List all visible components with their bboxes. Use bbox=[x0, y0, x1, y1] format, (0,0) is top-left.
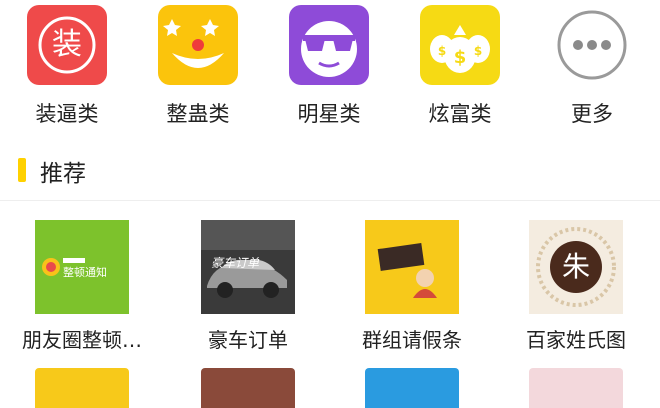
more-dots-icon bbox=[552, 5, 632, 85]
recommend-label: 豪车订单 bbox=[208, 328, 288, 352]
recommend-label: 朋友圈整顿… bbox=[22, 328, 142, 352]
category-label: 更多 bbox=[571, 102, 613, 126]
money-bags-icon: $ $ $ bbox=[420, 5, 500, 85]
moments-notice-thumb: 整顿通知 bbox=[35, 220, 129, 314]
category-label: 整蛊类 bbox=[166, 102, 230, 126]
luxury-car-thumb: 豪车订单 bbox=[201, 220, 295, 314]
thumb-caption: 豪车订单 bbox=[211, 256, 260, 270]
divider bbox=[0, 200, 660, 201]
leave-note-thumb bbox=[365, 220, 459, 314]
recommend-item-partial[interactable] bbox=[35, 368, 129, 408]
category-label: 明星类 bbox=[297, 102, 361, 126]
category-xuanfu[interactable]: $ $ $ 炫富类 bbox=[405, 5, 515, 127]
thumb-caption: 整顿通知 bbox=[63, 266, 107, 279]
section-accent-bar bbox=[18, 158, 26, 182]
category-row: 装 装逼类 整蛊类 明星类 $ $ $ 炫富类 更多 bbox=[0, 0, 660, 140]
seal-glyph: 朱 bbox=[561, 250, 590, 283]
category-zhenggu[interactable]: 整蛊类 bbox=[143, 5, 253, 127]
svg-text:$: $ bbox=[438, 44, 446, 58]
surname-seal-thumb: 朱 bbox=[529, 220, 623, 314]
category-mingxing[interactable]: 明星类 bbox=[274, 5, 384, 127]
recommend-item[interactable]: 朱 百家姓氏图 bbox=[506, 220, 646, 353]
svg-text:$: $ bbox=[454, 47, 467, 68]
recommend-label: 百家姓氏图 bbox=[526, 328, 626, 352]
category-zhuangbi[interactable]: 装 装逼类 bbox=[12, 5, 122, 127]
recommend-section-header: 推荐 bbox=[0, 148, 660, 190]
recommend-label: 群组请假条 bbox=[362, 328, 462, 352]
recommend-item-partial[interactable] bbox=[365, 368, 459, 408]
section-title: 推荐 bbox=[40, 161, 86, 187]
clown-face-icon bbox=[158, 5, 238, 85]
recommend-item-partial[interactable] bbox=[529, 368, 623, 408]
recommend-item[interactable]: 群组请假条 bbox=[342, 220, 482, 353]
recommend-item[interactable]: 豪车订单 豪车订单 bbox=[178, 220, 318, 353]
category-more[interactable]: 更多 bbox=[537, 5, 647, 127]
sunglasses-face-icon bbox=[289, 5, 369, 85]
recommend-item[interactable]: 整顿通知 朋友圈整顿… bbox=[12, 220, 152, 353]
category-label: 装逼类 bbox=[35, 102, 99, 126]
category-label: 炫富类 bbox=[428, 102, 492, 126]
zhuang-badge-icon: 装 bbox=[27, 5, 107, 85]
recommend-item-partial[interactable] bbox=[201, 368, 295, 408]
svg-text:$: $ bbox=[474, 44, 482, 58]
zhuang-glyph: 装 bbox=[52, 27, 82, 62]
